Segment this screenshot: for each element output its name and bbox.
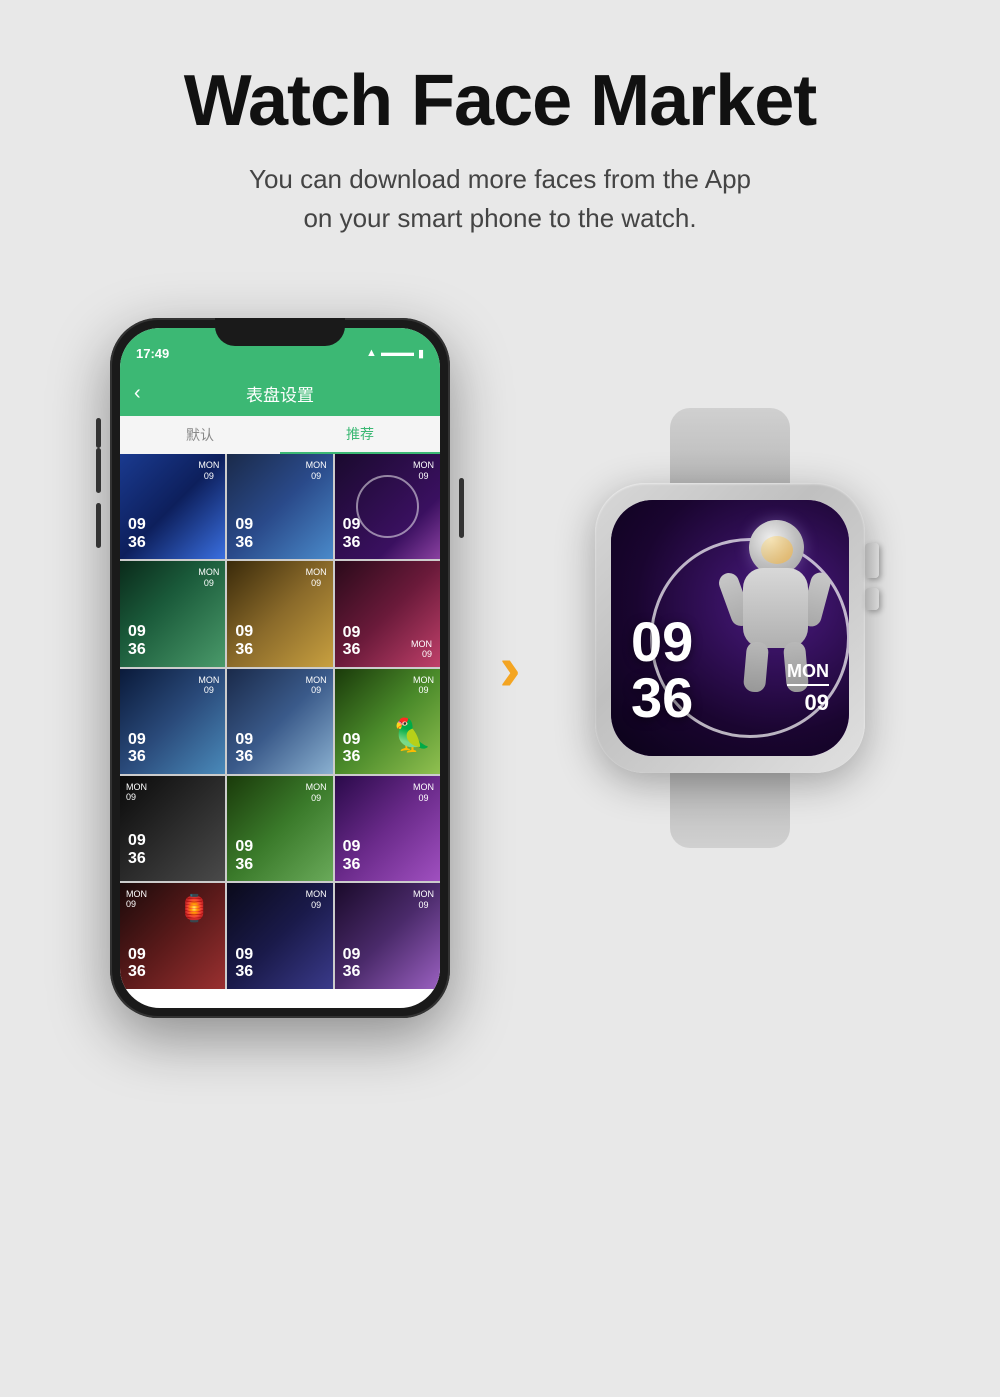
watch-face-1[interactable]: 09 36 MON09 [120, 454, 225, 559]
watch-face-15[interactable]: 09 36 MON09 [335, 883, 440, 988]
watch-screen: 09 36 MON 09 [611, 500, 849, 756]
wifi-icon: ▲ [366, 347, 377, 359]
page-subtitle: You can download more faces from the App… [249, 160, 751, 238]
phone-body: 17:49 ▲ ▬▬▬ ▮ ‹ 表盘设置 默认 [110, 318, 450, 1018]
astronaut-visor [761, 536, 793, 564]
watch-face-3[interactable]: 09 36 MON09 [335, 454, 440, 559]
watch-face-8[interactable]: 09 36 MON09 [227, 669, 332, 774]
watch-hour: 09 [631, 614, 693, 670]
devices-row: 17:49 ▲ ▬▬▬ ▮ ‹ 表盘设置 默认 [110, 318, 890, 1018]
watch-band-top [670, 408, 790, 488]
battery-icon: ▮ [418, 347, 424, 360]
tab-recommended[interactable]: 推荐 [280, 416, 440, 454]
phone-power-button [459, 478, 464, 538]
smartwatch-mockup: 09 36 MON 09 [570, 408, 890, 928]
tab-default[interactable]: 默认 [120, 416, 280, 454]
watch-face-2[interactable]: 09 36 MON09 [227, 454, 332, 559]
app-title: 表盘设置 [246, 381, 314, 406]
watch-side-button[interactable] [865, 588, 879, 610]
watch-faces-grid: 09 36 MON09 09 36 [120, 454, 440, 989]
watch-date: 09 [787, 690, 829, 716]
phone-volume-down [96, 503, 101, 548]
arrow-container: › [480, 636, 540, 700]
watch-body: 09 36 MON 09 [595, 483, 865, 773]
back-button[interactable]: ‹ [134, 382, 141, 405]
watch-face-7[interactable]: 09 36 MON09 [120, 669, 225, 774]
watch-face-4[interactable]: 09 36 MON09 [120, 561, 225, 666]
watch-time-display: 09 36 [631, 614, 693, 726]
app-header: ‹ 表盘设置 [120, 370, 440, 416]
page-container: Watch Face Market You can download more … [0, 0, 1000, 1397]
watch-face-14[interactable]: 09 36 MON09 [227, 883, 332, 988]
phone-silent-switch [96, 418, 101, 448]
astronaut-body [743, 568, 808, 648]
watch-face-13[interactable]: 🏮 09 36 MON09 [120, 883, 225, 988]
watch-day: MON [787, 661, 829, 686]
signal-icon: ▬▬▬ [381, 347, 414, 359]
app-tabs: 默认 推荐 [120, 416, 440, 454]
astronaut-helmet [749, 520, 804, 575]
watch-face-12[interactable]: 09 36 MON09 [335, 776, 440, 881]
page-title: Watch Face Market [184, 60, 817, 142]
watch-crown[interactable] [865, 543, 879, 578]
watch-face-6[interactable]: 09 36 MON09 [335, 561, 440, 666]
phone-screen: 17:49 ▲ ▬▬▬ ▮ ‹ 表盘设置 默认 [120, 328, 440, 1008]
astronaut-leg-left [743, 641, 769, 693]
watch-face-11[interactable]: 09 36 MON09 [227, 776, 332, 881]
phone-volume-up [96, 448, 101, 493]
watch-face-9[interactable]: 🦜 09 36 MON09 [335, 669, 440, 774]
watch-minute: 36 [631, 670, 693, 726]
arrow-icon: › [499, 636, 520, 700]
watch-face-5[interactable]: 09 36 MON09 [227, 561, 332, 666]
watch-day-date: MON 09 [787, 661, 829, 716]
phone-notch [215, 318, 345, 346]
status-icons: ▲ ▬▬▬ ▮ [366, 347, 424, 360]
watch-band-bottom [670, 768, 790, 848]
status-time: 17:49 [136, 346, 169, 361]
phone-mockup: 17:49 ▲ ▬▬▬ ▮ ‹ 表盘设置 默认 [110, 318, 450, 1018]
watch-face-10[interactable]: 09 36 MON09 [120, 776, 225, 881]
